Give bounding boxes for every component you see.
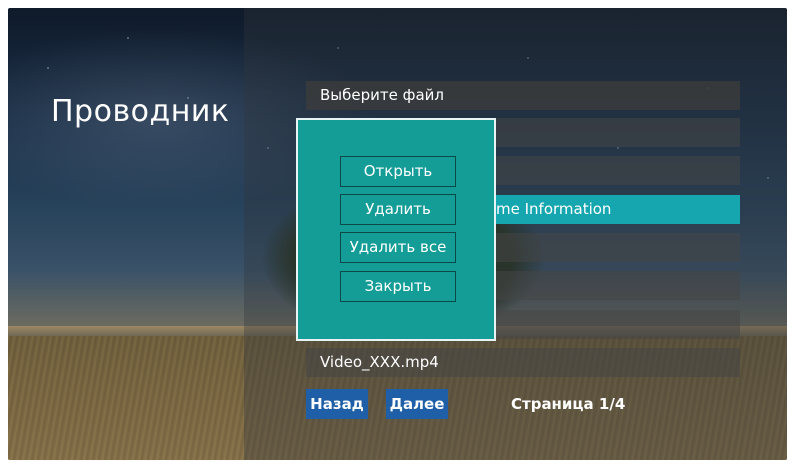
list-header: Выберите файл [306,81,740,110]
page-title: Проводник [51,94,230,129]
delete-all-button[interactable]: Удалить все [340,232,456,263]
next-button[interactable]: Далее [386,389,448,419]
screen: Проводник Выберите файл me Information V… [8,8,787,460]
delete-button[interactable]: Удалить [340,194,456,225]
back-button[interactable]: Назад [306,389,368,419]
context-menu: Открыть Удалить Удалить все Закрыть [296,118,496,341]
list-item[interactable]: Video_XXX.mp4 [306,348,740,377]
page-indicator: Страница 1/4 [511,395,626,413]
list-item-label: me Information [496,200,612,218]
close-button[interactable]: Закрыть [340,271,456,302]
open-button[interactable]: Открыть [340,156,456,187]
